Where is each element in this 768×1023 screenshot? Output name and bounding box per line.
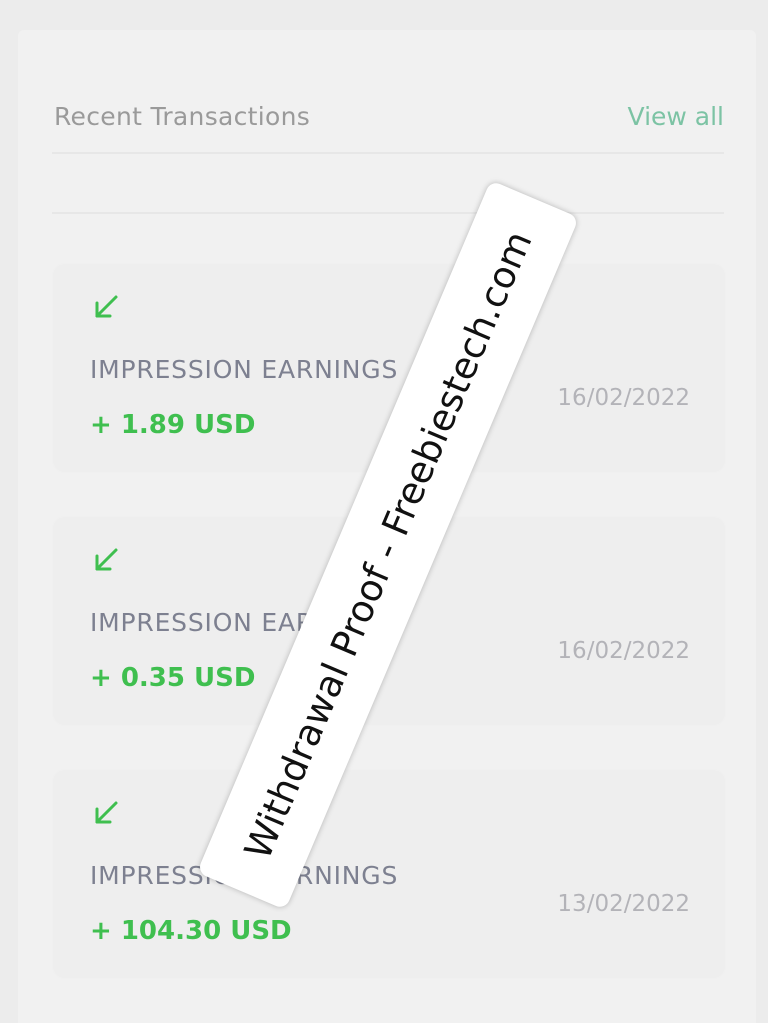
transaction-card[interactable]: IMPRESSION EARNINGS + 1.89 USD 16/02/202…: [54, 265, 724, 471]
transaction-type: IMPRESSION EARNINGS: [90, 355, 399, 384]
transaction-date: 16/02/2022: [557, 638, 690, 664]
transaction-date: 16/02/2022: [557, 385, 690, 411]
transaction-amount: + 0.35 USD: [90, 663, 256, 693]
transaction-amount: + 104.30 USD: [90, 916, 292, 946]
transaction-date: 13/02/2022: [557, 891, 690, 917]
divider: [52, 152, 724, 154]
view-all-link[interactable]: View all: [628, 102, 724, 131]
arrow-down-left-icon: [95, 548, 118, 571]
arrow-down-left-icon: [95, 295, 118, 318]
arrow-down-left-icon: [95, 801, 118, 824]
section-title: Recent Transactions: [54, 101, 311, 131]
transaction-type: IMPRESSION EARNINGS: [90, 608, 399, 637]
divider: [52, 212, 724, 214]
transaction-card[interactable]: IMPRESSION EARNINGS + 104.30 USD 13/02/2…: [54, 771, 724, 977]
transaction-card[interactable]: IMPRESSION EARNINGS + 0.35 USD 16/02/202…: [54, 518, 724, 724]
transaction-type: IMPRESSION EARNINGS: [90, 861, 399, 890]
section-header: Recent Transactions View all: [54, 100, 724, 132]
transaction-amount: + 1.89 USD: [90, 410, 256, 440]
